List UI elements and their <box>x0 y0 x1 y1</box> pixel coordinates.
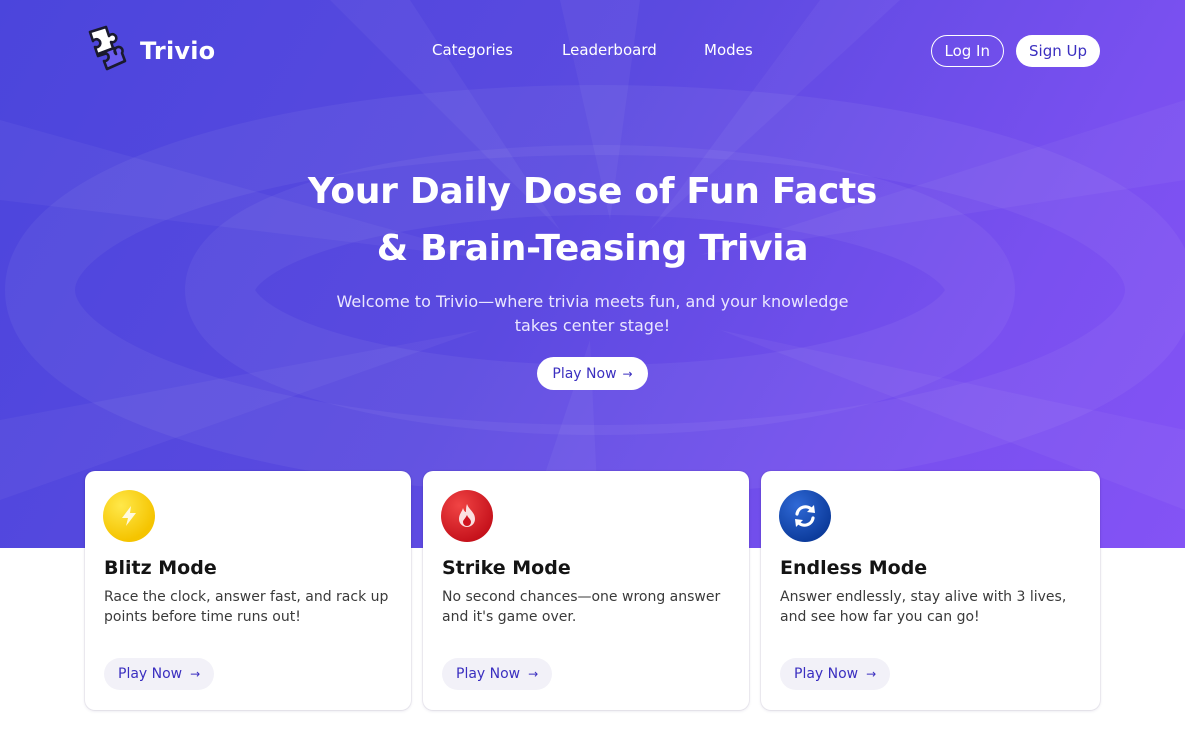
play-now-label: Play Now <box>794 666 859 682</box>
play-now-label: Play Now <box>118 666 183 682</box>
login-button[interactable]: Log In <box>930 35 1004 67</box>
nav-link-categories[interactable]: Categories <box>432 41 513 59</box>
hero-subtitle: Welcome to Trivio—where trivia meets fun… <box>330 290 855 338</box>
hero-title: Your Daily Dose of Fun Facts & Brain-Tea… <box>0 163 1185 277</box>
lightning-icon <box>103 490 155 542</box>
flame-icon <box>441 490 493 542</box>
arrow-right-icon: → <box>190 667 201 681</box>
arrow-right-icon: → <box>622 366 633 381</box>
brand-logo[interactable]: Trivio <box>84 24 215 78</box>
nav-link-leaderboard[interactable]: Leaderboard <box>562 41 657 59</box>
signup-button[interactable]: Sign Up <box>1016 35 1100 67</box>
mode-title: Strike Mode <box>442 557 571 579</box>
auth-buttons: Log In Sign Up <box>930 35 1100 67</box>
mode-card-strike: Strike Mode No second chances—one wrong … <box>423 471 749 710</box>
mode-card-blitz: Blitz Mode Race the clock, answer fast, … <box>85 471 411 710</box>
nav-link-modes[interactable]: Modes <box>704 41 753 59</box>
cycle-arrows-icon <box>779 490 831 542</box>
hero-play-now-button[interactable]: Play Now → <box>537 357 648 390</box>
hero-play-now-label: Play Now <box>552 365 617 382</box>
top-navigation: Trivio Categories Leaderboard Modes Log … <box>0 0 1185 100</box>
hero-title-line-2: & Brain-Teasing Trivia <box>376 228 809 269</box>
puzzle-pieces-icon <box>84 24 130 78</box>
strike-play-now-button[interactable]: Play Now → <box>442 658 553 690</box>
brand-name: Trivio <box>140 37 216 65</box>
mode-title: Endless Mode <box>780 557 928 579</box>
arrow-right-icon: → <box>528 667 539 681</box>
play-now-label: Play Now <box>456 666 521 682</box>
trivio-landing-page: Trivio Categories Leaderboard Modes Log … <box>0 0 1185 741</box>
endless-play-now-button[interactable]: Play Now → <box>780 658 891 690</box>
arrow-right-icon: → <box>866 667 877 681</box>
hero-subtitle-line-1: Welcome to Trivio—where trivia meets fun… <box>336 292 849 311</box>
mode-description: Answer endlessly, stay alive with 3 live… <box>780 589 1067 625</box>
mode-card-endless: Endless Mode Answer endlessly, stay aliv… <box>761 471 1100 710</box>
hero-subtitle-line-2: takes center stage! <box>514 316 671 335</box>
hero-title-line-1: Your Daily Dose of Fun Facts <box>307 171 878 212</box>
mode-description: Race the clock, answer fast, and rack up… <box>104 589 389 625</box>
blitz-play-now-button[interactable]: Play Now → <box>104 658 215 690</box>
mode-description: No second chances—one wrong answer and i… <box>442 589 721 625</box>
mode-title: Blitz Mode <box>104 557 217 579</box>
